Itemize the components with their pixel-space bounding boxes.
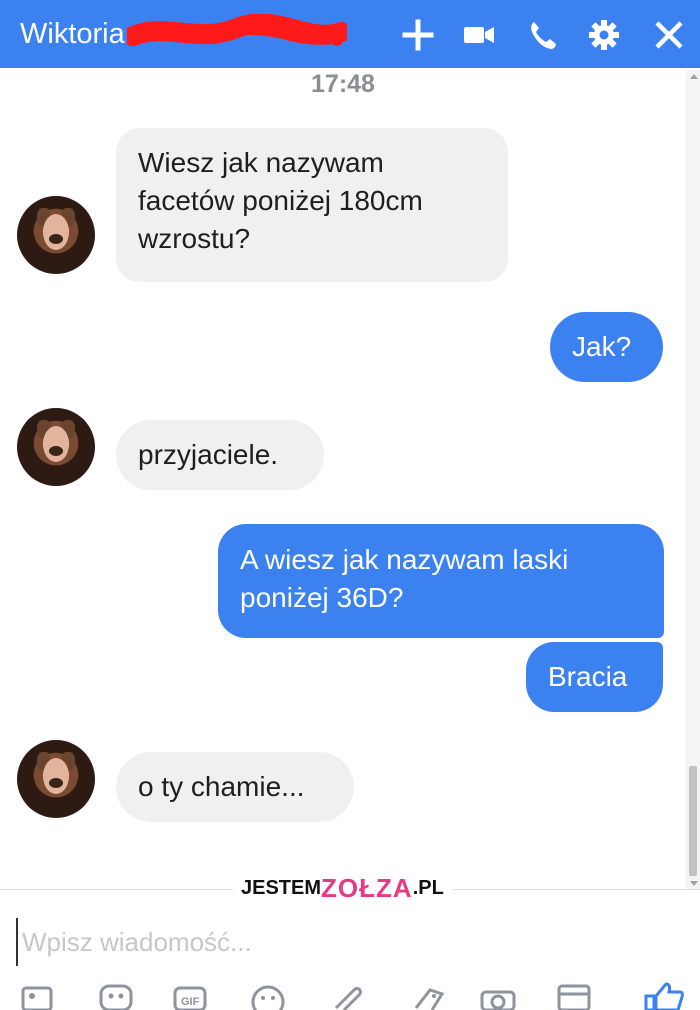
- contact-name[interactable]: Wiktoria: [20, 17, 125, 51]
- scroll-up-arrow-icon[interactable]: [690, 74, 698, 79]
- attachment-icon[interactable]: [330, 980, 366, 1010]
- scroll-down-arrow-icon[interactable]: [690, 881, 698, 886]
- site-watermark: JESTEM ZOŁZA .PL: [233, 870, 452, 906]
- contact-avatar[interactable]: [17, 740, 95, 818]
- payment-icon[interactable]: [410, 980, 446, 1010]
- scrollbar[interactable]: [686, 70, 700, 890]
- sticker-icon[interactable]: [98, 980, 134, 1010]
- contact-avatar[interactable]: [17, 408, 95, 486]
- message-bubble-outgoing[interactable]: Jak?: [550, 312, 663, 382]
- watermark-suffix: .PL: [412, 876, 444, 899]
- message-input[interactable]: [16, 918, 624, 966]
- contact-avatar[interactable]: [17, 196, 95, 274]
- watermark-prefix: JESTEM: [241, 876, 322, 899]
- close-icon[interactable]: [652, 18, 686, 52]
- camera-icon[interactable]: [480, 980, 516, 1010]
- svg-text:GIF: GIF: [181, 996, 200, 1008]
- message-list[interactable]: 17:48 Wiesz jak nazywam facetów poniżej …: [0, 68, 700, 890]
- video-camera-icon[interactable]: [462, 18, 496, 52]
- like-icon[interactable]: [640, 980, 684, 1010]
- message-bubble-incoming[interactable]: o ty chamie...: [116, 752, 354, 822]
- watermark-middle: ZOŁZA: [321, 872, 413, 903]
- photo-icon[interactable]: [20, 980, 56, 1010]
- game-icon[interactable]: [556, 980, 592, 1010]
- emoji-icon[interactable]: [250, 980, 286, 1010]
- gif-icon[interactable]: GIF: [172, 980, 208, 1010]
- scrollbar-thumb[interactable]: [689, 766, 697, 876]
- chat-header: Wiktoria: [0, 0, 700, 68]
- message-bubble-outgoing[interactable]: A wiesz jak nazywam laski poniżej 36D?: [218, 524, 664, 638]
- message-bubble-outgoing[interactable]: Bracia: [526, 642, 663, 712]
- redaction-scribble: [127, 14, 347, 46]
- message-timestamp: 17:48: [311, 70, 375, 98]
- message-bubble-incoming[interactable]: Wiesz jak nazywam facetów poniżej 180cm …: [116, 128, 508, 282]
- gear-icon[interactable]: [587, 18, 621, 52]
- message-bubble-incoming[interactable]: przyjaciele.: [116, 420, 324, 490]
- phone-icon[interactable]: [526, 18, 560, 52]
- plus-icon[interactable]: [401, 18, 435, 52]
